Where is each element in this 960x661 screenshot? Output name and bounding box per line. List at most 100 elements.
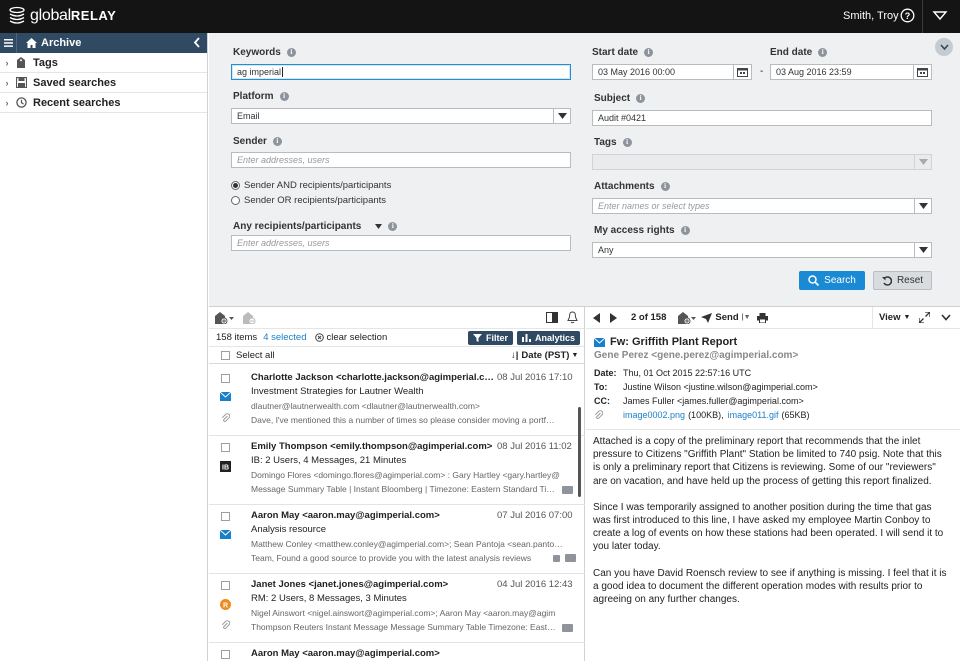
item-subject: Investment Strategies for Lautner Wealth	[251, 386, 424, 397]
info-icon[interactable]: i	[286, 48, 296, 57]
item-date: 08 Jul 2016 11:02	[497, 441, 572, 452]
info-icon[interactable]: i	[644, 48, 654, 57]
subject-input[interactable]: Audit #0421	[592, 110, 932, 126]
keywords-label: Keywords i	[233, 47, 296, 58]
search-button[interactable]: Search	[799, 271, 865, 290]
list-item[interactable]: R Janet Jones <janet.jones@agimperial.co…	[209, 574, 585, 643]
global-relay-logo[interactable]: globalRELAY	[8, 6, 116, 26]
sort-date-button[interactable]: ↓| Date (PST) ▼	[511, 350, 578, 361]
briefcase-icon	[565, 554, 576, 562]
tag-add-icon[interactable]	[678, 311, 697, 324]
attachment-link-1[interactable]: image0002.png	[623, 410, 685, 420]
access-rights-select[interactable]: Any	[592, 242, 932, 258]
dropdown-arrow-icon[interactable]	[553, 109, 570, 123]
attachments-input[interactable]: Enter names or select types	[592, 198, 932, 214]
item-snippet: Thompson Reuters Instant Message Message…	[251, 622, 557, 632]
row-checkbox[interactable]	[221, 443, 230, 452]
user-name[interactable]: Smith, Troy	[843, 10, 899, 22]
analytics-button[interactable]: Analytics	[517, 331, 581, 345]
dropdown-arrow-icon[interactable]	[914, 243, 931, 257]
reset-icon	[881, 275, 892, 286]
briefcase-icon	[562, 624, 573, 632]
topbar-divider	[922, 0, 923, 33]
item-date: 08 Jul 2016 17:10	[497, 372, 573, 383]
collapse-sidebar-chevron-left-icon[interactable]	[193, 37, 201, 48]
selected-count[interactable]: 4 selected	[263, 332, 306, 343]
sender-and-recipients-radio[interactable]: Sender AND recipients/participants	[231, 180, 391, 191]
keywords-input[interactable]: ag imperial	[231, 64, 571, 80]
home-icon	[26, 38, 37, 48]
calendar-icon[interactable]	[913, 65, 931, 79]
svg-text:?: ?	[905, 11, 911, 21]
sender-input[interactable]: Enter addresses, users	[231, 152, 571, 168]
next-message-icon[interactable]	[610, 312, 617, 323]
info-icon[interactable]: i	[388, 222, 398, 231]
dropdown-arrow-icon[interactable]	[914, 199, 931, 213]
preview-toolbar: 2 of 158 Send |▼ View ▼	[586, 307, 960, 329]
radio-selected-icon	[231, 181, 240, 190]
dropdown-arrow-icon: ▼	[571, 351, 579, 359]
info-icon[interactable]: i	[622, 138, 632, 147]
hamburger-icon[interactable]	[0, 33, 17, 53]
select-all-checkbox[interactable]	[221, 350, 230, 360]
dropdown-arrow-icon: ▼	[903, 314, 911, 321]
attachment-link-2[interactable]: image011.gif	[728, 410, 779, 420]
info-icon[interactable]: i	[818, 48, 828, 57]
info-icon[interactable]: i	[279, 92, 289, 101]
message-title: Fw: Griffith Plant Report	[594, 336, 737, 348]
any-recipients-input[interactable]: Enter addresses, users	[231, 235, 571, 251]
row-checkbox[interactable]	[221, 650, 230, 659]
preview-pane-icon[interactable]	[546, 312, 558, 323]
sidebar-item-tags[interactable]: › Tags	[0, 53, 207, 73]
search-icon	[808, 275, 820, 286]
clear-selection-button[interactable]: clear selection	[314, 332, 387, 343]
filter-button[interactable]: Filter	[468, 331, 514, 345]
list-item[interactable]: Aaron May <aaron.may@agimperial.com> 07 …	[209, 505, 585, 574]
end-date-input[interactable]: 03 Aug 2016 23:59	[770, 64, 932, 80]
print-icon[interactable]	[756, 312, 768, 323]
message-position: 2 of 158	[631, 312, 667, 323]
list-item[interactable]: Charlotte Jackson <charlotte.jackson@agi…	[209, 367, 585, 436]
briefcase-icon	[562, 486, 573, 494]
sidebar-item-label: Saved searches	[33, 76, 117, 89]
account-menu-chevron-icon[interactable]	[932, 9, 948, 23]
tag-add-icon[interactable]	[215, 311, 235, 324]
row-checkbox[interactable]	[221, 374, 230, 383]
info-icon[interactable]: i	[660, 182, 670, 191]
info-icon[interactable]: i	[680, 226, 690, 235]
sidebar-title: Archive	[41, 37, 82, 49]
view-menu-button[interactable]: View ▼	[872, 307, 910, 328]
attachment-paperclip-icon	[221, 620, 230, 630]
sidebar: Archive › Tags › Saved searches › Recent…	[0, 33, 208, 661]
bell-icon[interactable]	[567, 311, 578, 324]
sidebar-item-recent-searches[interactable]: › Recent searches	[0, 93, 207, 113]
start-date-input[interactable]: 03 May 2016 00:00	[592, 64, 752, 80]
tags-select[interactable]	[592, 154, 932, 170]
info-icon[interactable]: i	[272, 137, 282, 146]
item-snippet: Dave, I've mentioned this a number of ti…	[251, 415, 557, 425]
list-scrollbar[interactable]	[578, 407, 581, 497]
row-checkbox[interactable]	[221, 512, 230, 521]
previous-message-icon[interactable]	[593, 312, 600, 323]
reset-button[interactable]: Reset	[873, 271, 932, 290]
expand-icon[interactable]	[919, 312, 930, 323]
send-button[interactable]: Send |▼	[701, 312, 751, 323]
help-icon[interactable]: ?	[900, 8, 915, 23]
item-from: Emily Thompson <emily.thompson@agimperia…	[251, 441, 493, 452]
calendar-icon[interactable]	[733, 65, 751, 79]
item-recipients: dlautner@lautnerwealth.com <dlautner@lau…	[251, 401, 480, 411]
collapse-panel-chevron-icon[interactable]	[935, 38, 953, 56]
platform-select[interactable]: Email	[231, 108, 571, 124]
sender-label: Sender i	[233, 136, 282, 147]
list-item[interactable]: Aaron May <aaron.may@agimperial.com>	[209, 643, 585, 661]
info-icon[interactable]: i	[636, 94, 646, 103]
tag-remove-icon[interactable]	[243, 311, 256, 324]
svg-text:IB: IB	[222, 465, 229, 472]
dropdown-arrow-icon[interactable]	[375, 224, 383, 229]
sidebar-item-saved-searches[interactable]: › Saved searches	[0, 73, 207, 93]
sender-or-recipients-radio[interactable]: Sender OR recipients/participants	[231, 195, 386, 206]
row-checkbox[interactable]	[221, 581, 230, 590]
collapse-chevron-down-icon[interactable]	[941, 314, 951, 321]
any-recipients-label[interactable]: Any recipients/participants i	[233, 221, 398, 232]
list-item[interactable]: IB Emily Thompson <emily.thompson@agimpe…	[209, 436, 585, 505]
